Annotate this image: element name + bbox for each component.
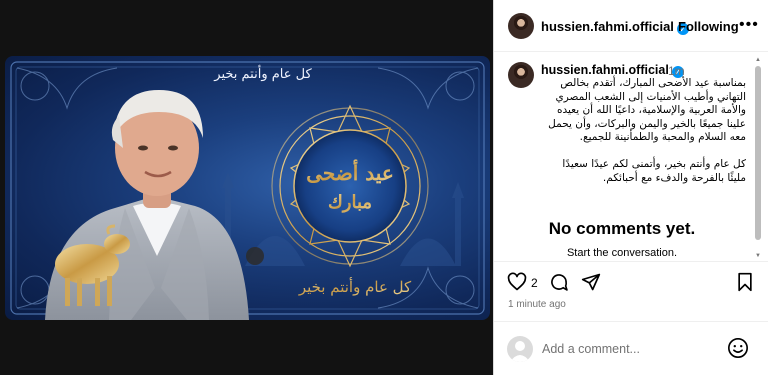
current-user-avatar-icon	[507, 336, 533, 362]
eid-title-line-2: مبارك	[328, 192, 372, 213]
emoji-smiley-icon[interactable]	[727, 337, 749, 359]
start-conversation-text: Start the conversation.	[566, 247, 678, 259]
banner-bottom-greeting: كل عام وأنتم بخير	[298, 277, 412, 296]
post-caption: بمناسبة عيد الأضحى المبارك، أتقدم بخالص …	[541, 77, 746, 198]
post-media-pane: عيد أضحى مبارك كل عام وأنتم بخير كل عام …	[0, 0, 493, 375]
caption-author-avatar[interactable]	[508, 62, 534, 88]
eid-medallion	[271, 104, 429, 268]
author-avatar[interactable]	[508, 13, 534, 39]
add-comment-bar	[494, 321, 768, 375]
eid-greeting-image[interactable]: عيد أضحى مبارك كل عام وأنتم بخير كل عام …	[5, 56, 490, 320]
comments-scrollbar[interactable]: ▲ ▼	[754, 56, 762, 260]
save-bookmark-icon[interactable]	[736, 272, 754, 292]
post-header: hussien.fahmi.official ✓ Following •••	[494, 0, 768, 52]
scroll-down-arrow-icon[interactable]: ▼	[754, 252, 762, 260]
post-side-panel: hussien.fahmi.official ✓ Following ••• hu…	[493, 0, 768, 375]
like-count[interactable]: 2	[531, 276, 538, 290]
banner-top-greeting: كل عام وأنتم بخير	[213, 65, 312, 82]
add-comment-input[interactable]	[542, 338, 717, 360]
caption-paragraph-1: بمناسبة عيد الأضحى المبارك، أتقدم بخالص …	[548, 77, 746, 144]
post-actions-bar: 2 1 minute ago	[494, 261, 768, 321]
comments-section: hussien.fahmi.official ✓ 1m بمناسبة عيد ا…	[494, 53, 768, 261]
caption-username-text[interactable]: hussien.fahmi.official	[541, 63, 669, 77]
eid-title-line-1: عيد أضحى	[306, 159, 394, 185]
post-time-ago[interactable]: 1 minute ago	[508, 299, 566, 310]
author-username-text[interactable]: hussien.fahmi.official	[541, 19, 674, 34]
more-options-icon[interactable]: •••	[739, 16, 759, 34]
no-comments-title: No comments yet.	[548, 219, 696, 238]
author-username[interactable]: hussien.fahmi.official ✓	[541, 19, 689, 35]
scrollbar-thumb[interactable]	[755, 66, 761, 240]
share-send-icon[interactable]	[581, 272, 601, 292]
caption-timestamp: 1m	[668, 64, 685, 78]
comment-bubble-icon[interactable]	[549, 272, 569, 292]
caption-author-username[interactable]: hussien.fahmi.official ✓	[541, 63, 684, 78]
like-heart-icon[interactable]	[507, 272, 527, 292]
following-button[interactable]: Following	[678, 19, 739, 34]
scroll-up-arrow-icon[interactable]: ▲	[754, 56, 762, 64]
caption-paragraph-2: كل عام وأنتم بخير، وأتمنى لكم عيدًا سعيد…	[562, 157, 746, 184]
eid-banner-artwork: عيد أضحى مبارك كل عام وأنتم بخير كل عام …	[10, 61, 485, 320]
